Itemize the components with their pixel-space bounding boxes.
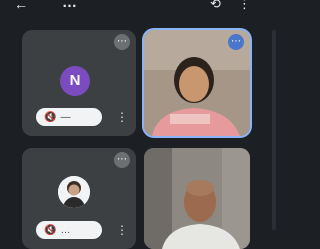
top-bar: ← … ⟲ ⋮ — [0, 0, 278, 16]
meeting-title: … — [62, 0, 77, 11]
tile-controls[interactable]: 🔇 — — [36, 108, 102, 126]
tile-more-icon[interactable]: ⋯ — [114, 152, 130, 168]
participant-tile[interactable]: ⋯ N 🔇 — ⋮ — [22, 30, 136, 136]
switch-camera-icon[interactable]: ⟲ — [210, 0, 221, 12]
tile-control-extra: … — [60, 224, 71, 236]
kebab-icon[interactable]: ⋮ — [116, 223, 128, 237]
participant-tile[interactable]: ⋯ 🔇 … ⋮ — [22, 148, 136, 249]
tile-control-extra: — — [60, 111, 71, 123]
tile-more-icon[interactable]: ⋯ — [228, 34, 244, 50]
scrollbar[interactable] — [272, 30, 276, 230]
avatar: N — [60, 66, 90, 96]
more-icon[interactable]: ⋮ — [238, 0, 251, 12]
mute-icon[interactable]: 🔇 — [44, 112, 56, 123]
avatar — [58, 176, 90, 208]
video-feed — [144, 148, 250, 249]
tile-controls[interactable]: 🔇 … — [36, 221, 102, 239]
back-arrow-icon[interactable]: ← — [14, 0, 28, 12]
kebab-icon[interactable]: ⋮ — [116, 110, 128, 124]
tile-more-icon[interactable]: ⋯ — [114, 34, 130, 50]
mute-icon[interactable]: 🔇 — [44, 225, 56, 236]
participant-video-tile[interactable]: ⋯ — [144, 30, 250, 136]
participant-video-tile[interactable] — [144, 148, 250, 249]
